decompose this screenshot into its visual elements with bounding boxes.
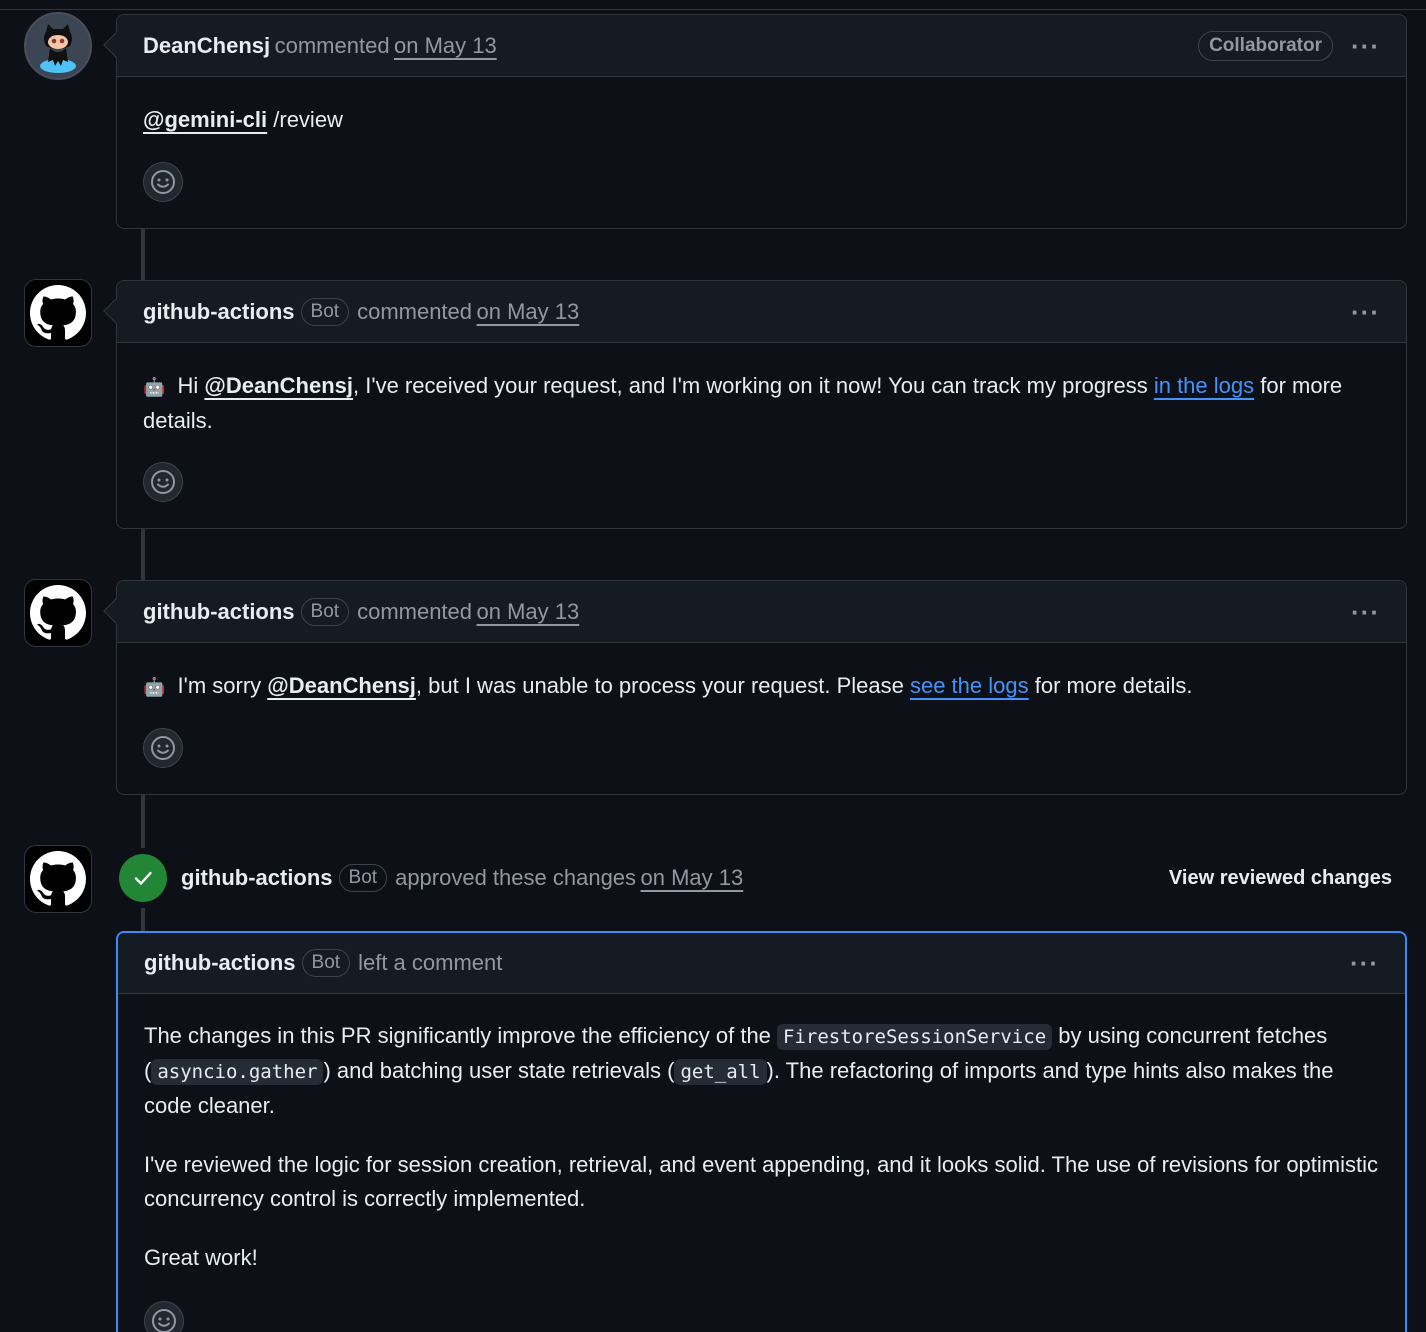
comment-date[interactable]: on May 13	[476, 599, 579, 625]
bot-badge: Bot	[338, 864, 388, 892]
comment-body: 🤖 Hi @DeanChensj, I've received your req…	[117, 343, 1406, 438]
comment-text: Hi	[171, 373, 205, 398]
github-mark-icon[interactable]	[24, 279, 92, 347]
timeline-connector	[141, 529, 145, 581]
robot-icon: 🤖	[143, 377, 166, 397]
review-date[interactable]: on May 13	[641, 865, 744, 891]
comment-header: github-actions Bot commented on May 13 ·…	[103, 281, 1406, 343]
bot-badge: Bot	[300, 597, 350, 626]
comment-card: DeanChensj commented on May 13 Collabora…	[103, 14, 1407, 229]
comment-text: I'm sorry	[171, 673, 268, 698]
comment-pointer	[103, 32, 129, 58]
comment-action: commented	[274, 32, 390, 58]
mention-link[interactable]: @DeanChensj	[204, 373, 353, 398]
timeline-connector	[141, 229, 145, 281]
comment-header: DeanChensj commented on May 13 Collabora…	[103, 15, 1406, 77]
smiley-icon[interactable]	[143, 728, 183, 768]
comment-pointer	[103, 298, 129, 324]
github-mark-icon[interactable]	[24, 845, 92, 913]
comment-author[interactable]: github-actions	[144, 950, 296, 976]
comment-card: github-actions Bot commented on May 13 ·…	[103, 280, 1407, 529]
inline-code: asyncio.gather	[151, 1059, 324, 1085]
view-reviewed-changes-link[interactable]: View reviewed changes	[1169, 867, 1392, 890]
smiley-icon[interactable]	[144, 1301, 184, 1332]
kebab-horizontal-icon[interactable]: ···	[1351, 599, 1380, 625]
comment-header: github-actions Bot left a comment ···	[118, 933, 1405, 994]
review-comment-card: github-actions Bot left a comment ··· Th…	[116, 931, 1407, 1332]
mention-link[interactable]: @DeanChensj	[267, 673, 416, 698]
github-mark-icon[interactable]	[24, 579, 92, 647]
robot-icon: 🤖	[143, 677, 166, 697]
check-icon	[119, 854, 167, 902]
bot-badge: Bot	[301, 949, 351, 977]
comment-text: , but I was unable to process your reque…	[415, 673, 910, 698]
comment-date[interactable]: on May 13	[476, 299, 579, 325]
smiley-icon[interactable]	[143, 462, 183, 502]
logs-link[interactable]: in the logs	[1154, 373, 1254, 398]
comment-body: 🤖 I'm sorry @DeanChensj, but I was unabl…	[117, 643, 1406, 704]
comment-body: The changes in this PR significantly imp…	[118, 994, 1405, 1275]
review-paragraph: The changes in this PR significantly imp…	[144, 1023, 1334, 1118]
comment-action: commented	[357, 598, 473, 624]
mention-link[interactable]: @gemini-cli	[143, 107, 267, 132]
bot-badge: Bot	[300, 297, 350, 326]
kebab-horizontal-icon[interactable]: ···	[1351, 299, 1380, 325]
comment-text: , I've received your request, and I'm wo…	[353, 373, 1154, 398]
comment-action: commented	[357, 298, 473, 324]
comment-text: for more details.	[1028, 673, 1193, 698]
smiley-icon[interactable]	[143, 162, 183, 202]
logs-link[interactable]: see the logs	[910, 673, 1029, 698]
review-event: github-actions Bot approved these change…	[116, 848, 1407, 908]
review-paragraph: I've reviewed the logic for session crea…	[144, 1152, 1378, 1211]
comment-action: left a comment	[358, 950, 503, 975]
comment-header: github-actions Bot commented on May 13 ·…	[103, 581, 1406, 643]
comment-body: @gemini-cli /review	[117, 77, 1406, 137]
timeline-connector	[141, 795, 145, 848]
kebab-horizontal-icon[interactable]: ···	[1350, 950, 1379, 976]
pr-timeline: DeanChensj commented on May 13 Collabora…	[0, 0, 1426, 1332]
review-action: approved these changes	[395, 865, 637, 890]
comment-card: github-actions Bot commented on May 13 ·…	[103, 580, 1407, 795]
comment-author[interactable]: github-actions	[143, 599, 295, 625]
review-author[interactable]: github-actions	[181, 865, 333, 891]
comment-date[interactable]: on May 13	[394, 33, 497, 59]
comment-text: /review	[267, 107, 343, 132]
comment-author[interactable]: github-actions	[143, 299, 295, 325]
octocat-avatar-icon[interactable]	[24, 12, 92, 80]
collaborator-badge: Collaborator	[1198, 30, 1334, 61]
top-divider	[0, 0, 1426, 10]
kebab-horizontal-icon[interactable]: ···	[1351, 33, 1380, 59]
timeline-connector	[141, 908, 145, 932]
inline-code: FirestoreSessionService	[777, 1024, 1053, 1050]
review-paragraph: Great work!	[144, 1245, 258, 1270]
comment-author[interactable]: DeanChensj	[143, 33, 270, 59]
comment-pointer	[103, 598, 129, 624]
inline-code: get_all	[674, 1059, 767, 1085]
